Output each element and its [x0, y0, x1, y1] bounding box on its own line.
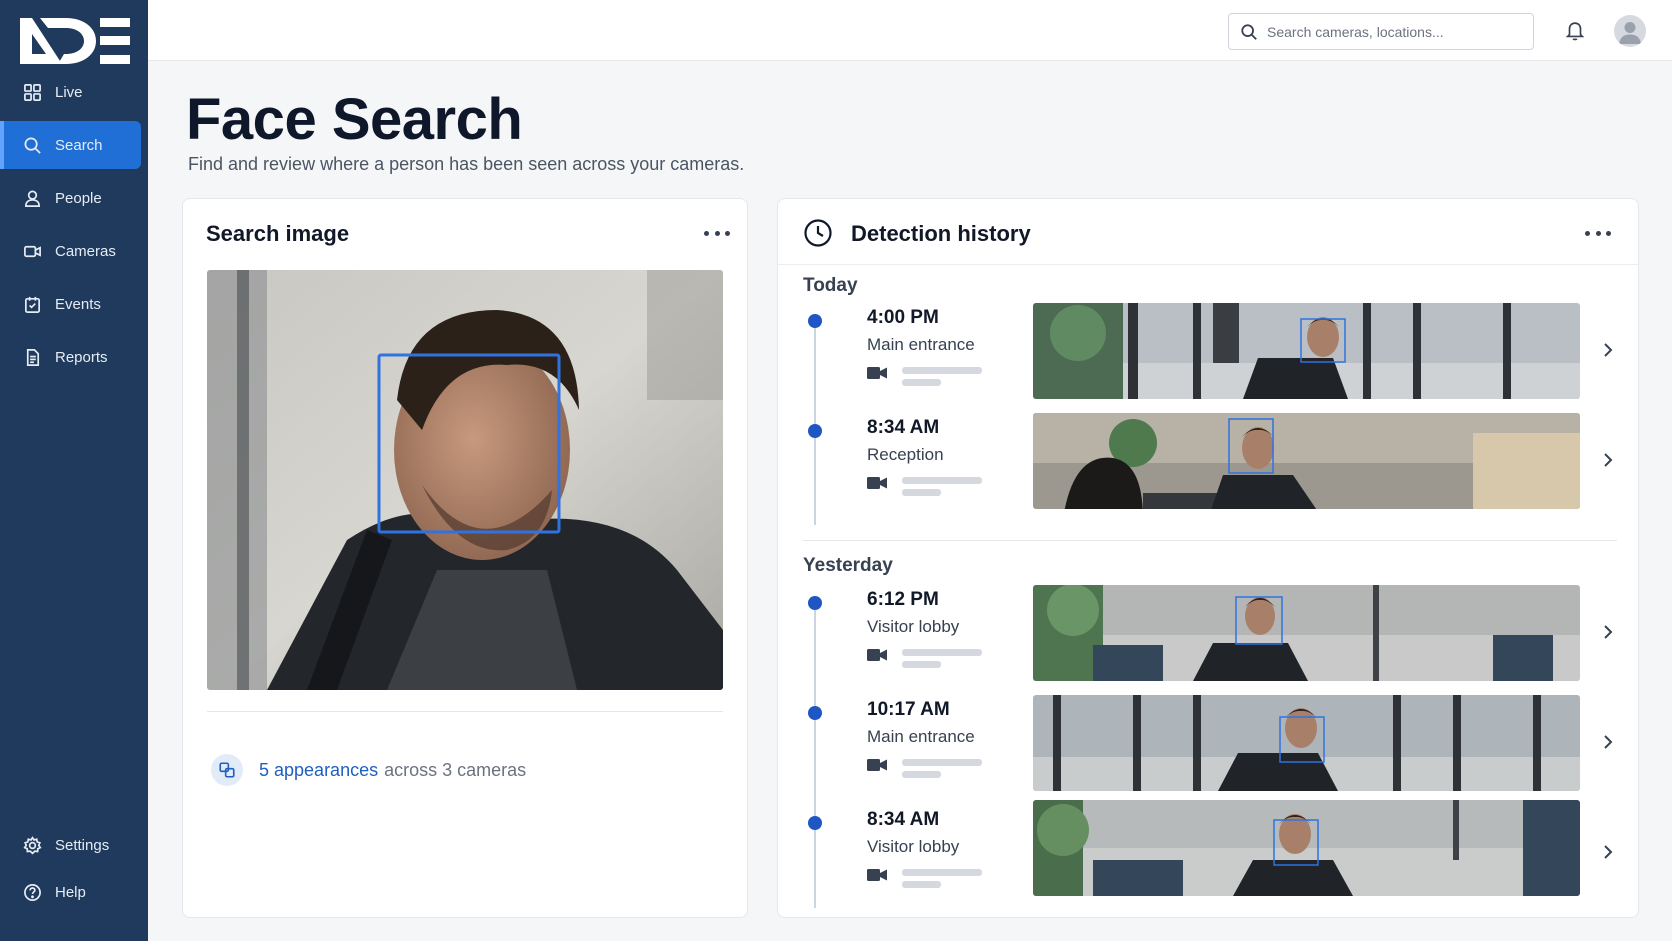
detection-history-card: Detection history Today 4:00 PM Main ent… [777, 198, 1639, 918]
search-image-card: Search image 5 appearances across 3 came… [182, 198, 748, 918]
chevron-right-icon[interactable] [1601, 341, 1615, 359]
timeline-dot [808, 314, 822, 328]
timeline-dot [808, 816, 822, 830]
gear-icon [22, 835, 42, 855]
day-heading-today: Today [803, 275, 858, 296]
detection-thumbnail[interactable] [1033, 303, 1580, 399]
appearances-summary: 5 appearances across 3 cameras [211, 754, 526, 786]
sidebar-item-label: Cameras [55, 242, 116, 260]
detection-time: 6:12 PM [867, 589, 939, 610]
sidebar-item-events[interactable]: Events [0, 280, 141, 328]
placeholder-bar [902, 661, 941, 668]
sidebar-bottom-nav: Settings Help [0, 824, 148, 918]
sidebar-item-people[interactable]: People [0, 174, 141, 222]
document-icon [22, 347, 42, 367]
detection-time: 8:34 AM [867, 417, 940, 438]
page-subtitle: Find and review where a person has been … [188, 154, 745, 174]
detection-item[interactable]: 10:17 AM Main entrance [778, 695, 1638, 793]
sidebar-item-label: Settings [55, 836, 110, 854]
placeholder-bar [902, 649, 982, 656]
search-icon [22, 135, 42, 155]
sidebar-nav: Live Search People Cameras Events Report… [0, 68, 148, 386]
card-title: Detection history [851, 221, 1031, 246]
video-camera-icon [867, 868, 887, 882]
sidebar-item-help[interactable]: Help [0, 871, 141, 913]
sidebar-item-label: Search [55, 136, 103, 154]
page-title: Face Search [186, 87, 523, 152]
help-icon [22, 882, 42, 902]
placeholder-bar [902, 759, 982, 766]
search-photo [207, 270, 723, 690]
detection-item[interactable]: 8:34 AM Visitor lobby [778, 800, 1638, 903]
appearances-icon [211, 754, 243, 786]
detection-item[interactable]: 4:00 PM Main entrance [778, 303, 1638, 401]
detection-location: Visitor lobby [867, 837, 960, 856]
placeholder-bar [902, 477, 982, 484]
sidebar-item-label: Live [55, 83, 83, 101]
notifications-bell-icon[interactable] [1564, 19, 1588, 43]
user-avatar[interactable] [1614, 15, 1646, 47]
sidebar: Live Search People Cameras Events Report… [0, 0, 148, 941]
detection-location: Reception [867, 445, 944, 464]
detection-time: 10:17 AM [867, 699, 950, 720]
sidebar-item-label: Help [55, 883, 86, 901]
clock-icon [803, 218, 833, 248]
detection-location: Main entrance [867, 727, 975, 746]
detection-thumbnail[interactable] [1033, 585, 1580, 681]
detection-location: Visitor lobby [867, 617, 960, 636]
detection-item[interactable]: 8:34 AM Reception [778, 413, 1638, 511]
timeline-dot [808, 424, 822, 438]
calendar-icon [22, 294, 42, 314]
topbar [148, 0, 1672, 61]
detection-thumbnail[interactable] [1033, 413, 1580, 509]
sidebar-item-live[interactable]: Live [0, 68, 141, 116]
placeholder-bar [902, 489, 941, 496]
detection-thumbnail[interactable] [1033, 800, 1580, 896]
app-logo[interactable] [18, 14, 132, 68]
camera-icon [22, 241, 42, 261]
placeholder-bar [902, 881, 941, 888]
sidebar-item-cameras[interactable]: Cameras [0, 227, 141, 275]
placeholder-bar [902, 869, 982, 876]
placeholder-bar [902, 771, 941, 778]
placeholder-bar [902, 379, 941, 386]
video-camera-icon [867, 366, 887, 380]
day-heading-yesterday: Yesterday [803, 555, 893, 576]
search-input[interactable] [1267, 23, 1517, 40]
sidebar-item-search[interactable]: Search [0, 121, 141, 169]
search-icon [1241, 23, 1257, 40]
day-divider [803, 540, 1617, 541]
timeline-dot [808, 596, 822, 610]
detection-thumbnail[interactable] [1033, 695, 1580, 791]
video-camera-icon [867, 648, 887, 662]
detection-item[interactable]: 6:12 PM Visitor lobby [778, 585, 1638, 683]
card-title: Search image [206, 221, 350, 246]
sidebar-item-label: People [55, 189, 102, 207]
appearances-suffix: across 3 cameras [384, 759, 527, 780]
video-camera-icon [867, 758, 887, 772]
detection-time: 8:34 AM [867, 809, 940, 830]
chevron-right-icon[interactable] [1601, 451, 1615, 469]
detection-location: Main entrance [867, 335, 975, 354]
video-camera-icon [867, 476, 887, 490]
chevron-right-icon[interactable] [1601, 843, 1615, 861]
more-options-icon[interactable] [704, 223, 730, 243]
global-search[interactable] [1228, 13, 1534, 50]
timeline-dot [808, 706, 822, 720]
more-options-icon[interactable] [1585, 223, 1611, 243]
sidebar-item-label: Events [55, 295, 101, 313]
sidebar-item-label: Reports [55, 348, 108, 366]
divider [207, 711, 723, 712]
chevron-right-icon[interactable] [1601, 733, 1615, 751]
person-icon [22, 188, 42, 208]
detection-time: 4:00 PM [867, 307, 939, 328]
appearances-link[interactable]: 5 appearances [259, 760, 378, 781]
grid-icon [22, 82, 42, 102]
chevron-right-icon[interactable] [1601, 623, 1615, 641]
sidebar-item-reports[interactable]: Reports [0, 333, 141, 381]
sidebar-item-settings[interactable]: Settings [0, 824, 141, 866]
placeholder-bar [902, 367, 982, 374]
header-divider [778, 264, 1638, 265]
